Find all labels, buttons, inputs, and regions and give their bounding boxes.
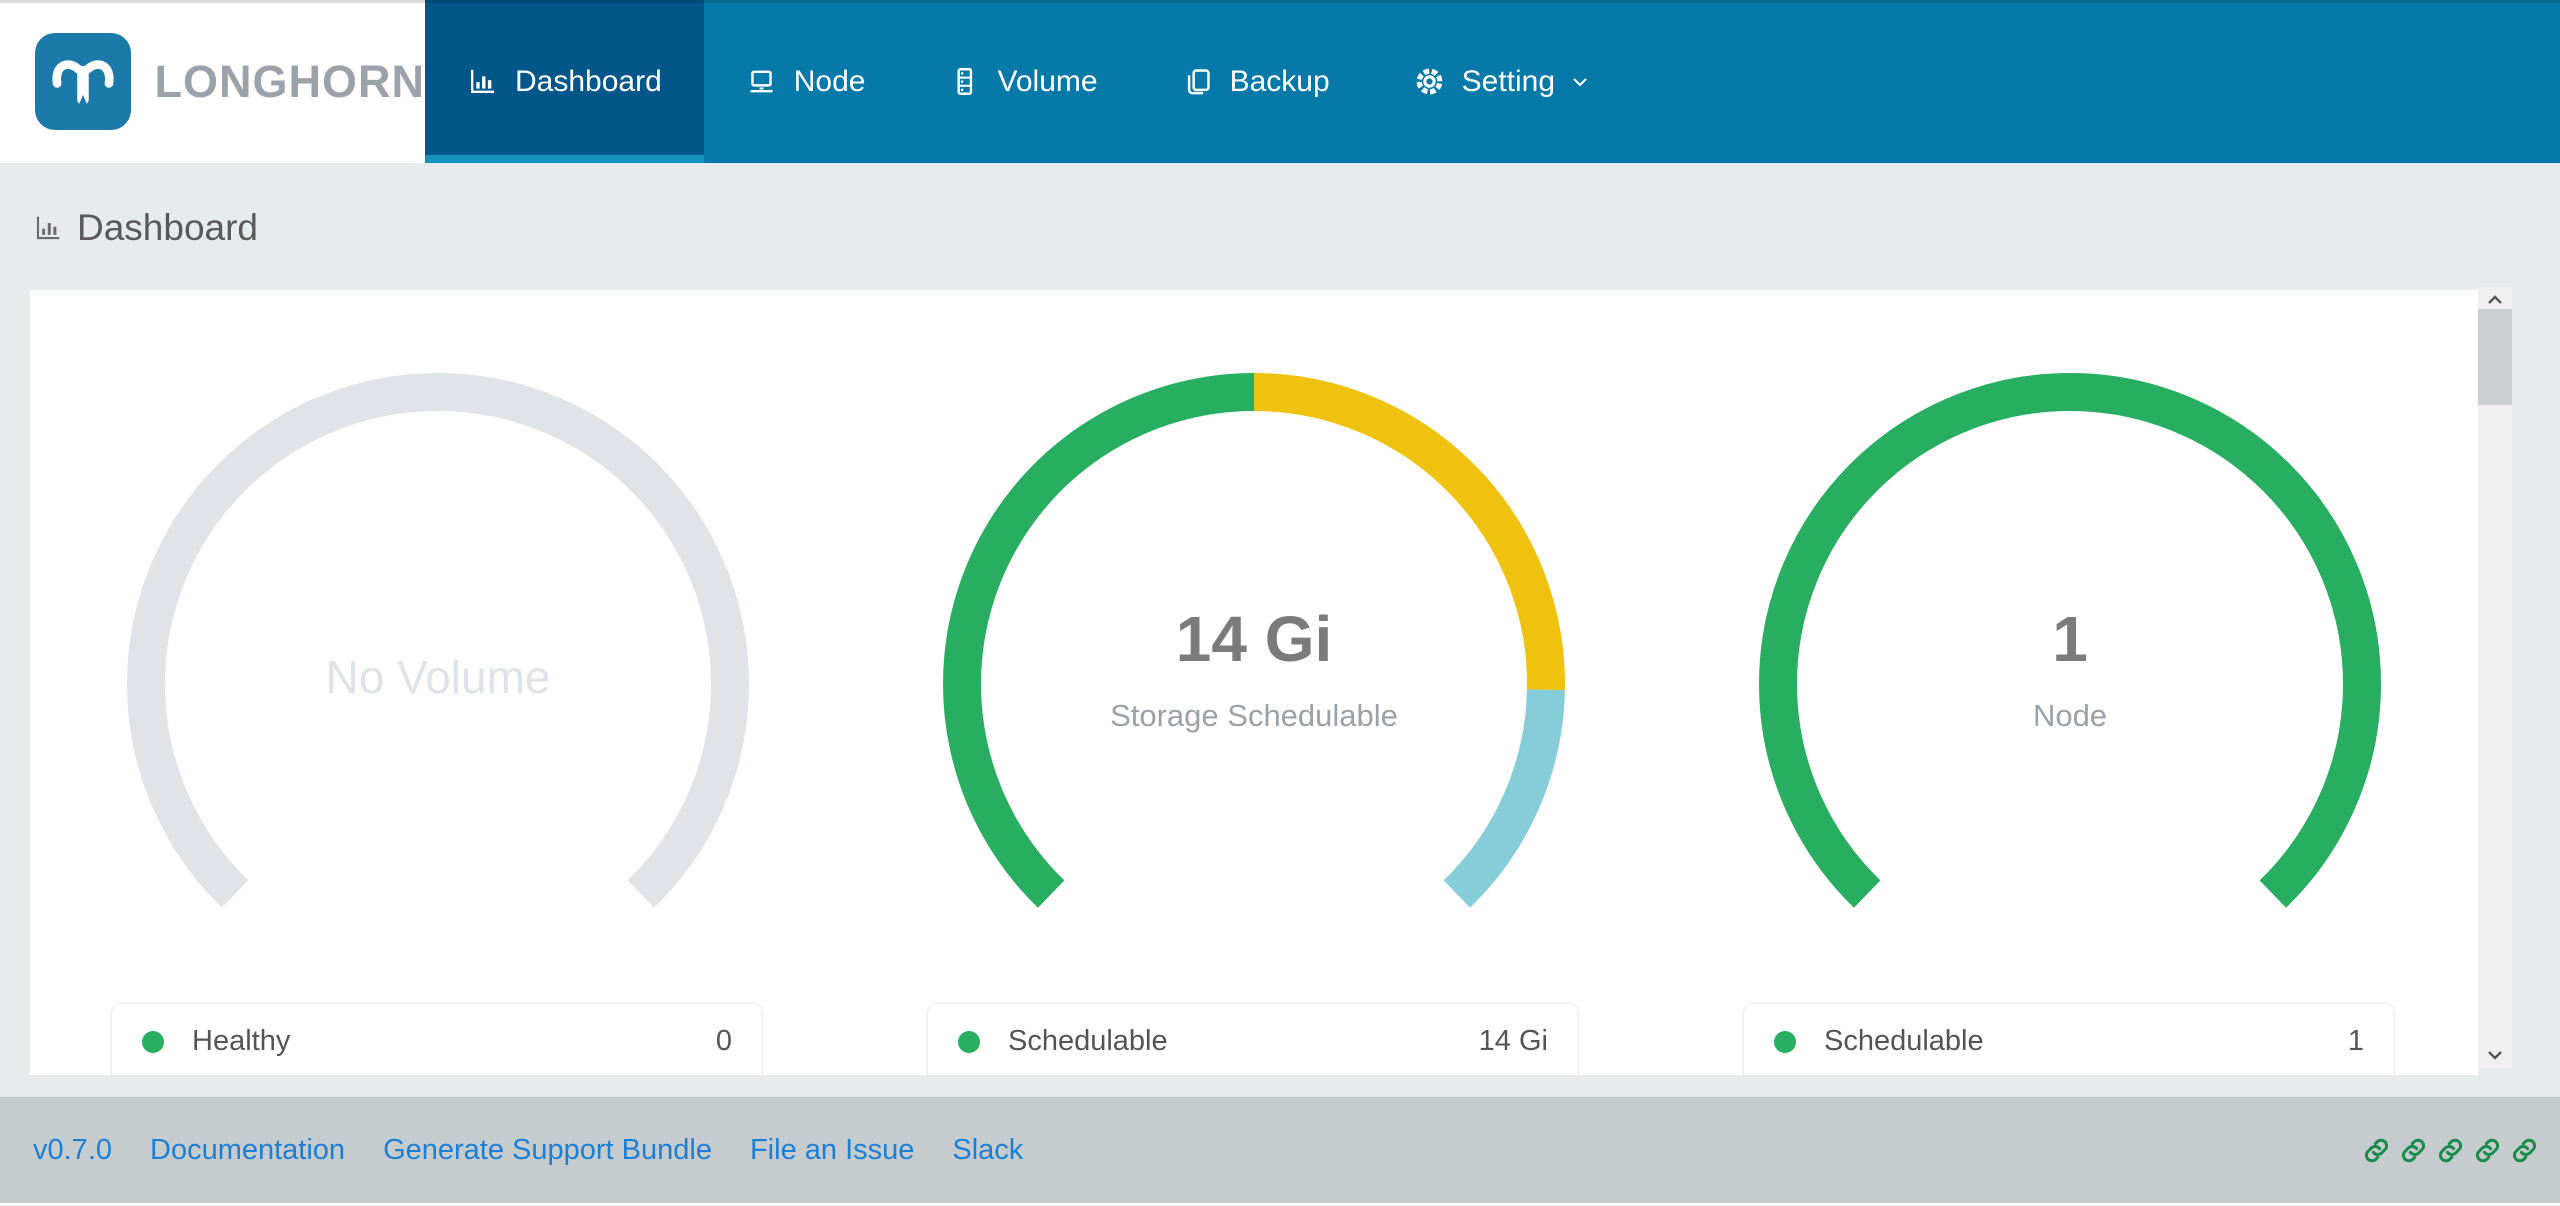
legend-label: Schedulable <box>1008 1025 1168 1058</box>
node-gauge-chart <box>1740 354 2400 1014</box>
engine-link-icon[interactable] <box>2509 1135 2540 1166</box>
storage-gauge-value: 14 Gi <box>846 602 1662 676</box>
nav-label-setting: Backup <box>1230 65 1330 99</box>
scrollbar-thumb[interactable] <box>2478 309 2512 405</box>
footer-link-version[interactable]: v0.7.0 <box>33 1134 112 1167</box>
page-title: Dashboard <box>33 207 258 249</box>
healthy-status-dot <box>142 1031 164 1053</box>
bull-head-icon <box>46 46 120 118</box>
footer-link-support-bundle[interactable]: Generate Support Bundle <box>383 1134 712 1167</box>
legend-row-healthy[interactable]: Healthy 0 <box>112 1004 762 1058</box>
volume-legend-card: Healthy 0 <box>111 1003 763 1075</box>
schedulable-status-dot <box>958 1031 980 1053</box>
top-navigation-bar: LONGHORN Dashboard Node <box>0 0 2560 163</box>
dashboard-panel: No Volume Healthy 0 14 Gi Storage Schedu… <box>30 290 2478 1075</box>
legend-value: 1 <box>2348 1025 2364 1058</box>
legend-label: Schedulable <box>1824 1025 1984 1058</box>
bar-chart-icon <box>467 66 498 97</box>
nav-item-volume[interactable]: Volume <box>907 0 1139 163</box>
scroll-up-button[interactable] <box>2478 289 2512 311</box>
main-nav: Dashboard Node Volume <box>425 0 2560 163</box>
footer-links: v0.7.0 Documentation Generate Support Bu… <box>0 1134 1023 1167</box>
backup-copy-icon <box>1182 66 1213 97</box>
legend-value: 14 Gi <box>1479 1025 1548 1058</box>
nav-label-node: Node <box>794 65 866 99</box>
nav-label-volume: Volume <box>997 65 1097 99</box>
chevron-down-icon <box>2485 1048 2505 1062</box>
schedulable-status-dot <box>1774 1031 1796 1053</box>
brand-area: LONGHORN <box>0 0 425 163</box>
page-title-text: Dashboard <box>77 207 258 249</box>
chevron-up-icon <box>2485 293 2505 307</box>
footer-link-file-issue[interactable]: File an Issue <box>750 1134 914 1167</box>
volume-gauge-empty-label: No Volume <box>30 650 846 704</box>
server-stack-icon <box>949 66 980 97</box>
storage-gauge-label: Storage Schedulable <box>846 698 1662 734</box>
legend-row-schedulable-storage[interactable]: Schedulable 14 Gi <box>928 1004 1578 1058</box>
nav-item-node[interactable]: Node <box>704 0 908 163</box>
legend-value: 0 <box>716 1025 732 1058</box>
nav-label-dashboard: Dashboard <box>515 65 662 99</box>
storage-gauge-chart <box>924 354 1584 1014</box>
gear-icon <box>1414 66 1445 97</box>
longhorn-logo-icon <box>35 33 131 130</box>
volume-gauge-section: No Volume Healthy 0 <box>30 290 846 1075</box>
node-gauge-value: 1 <box>1662 602 2478 676</box>
footer-link-slack[interactable]: Slack <box>952 1134 1023 1167</box>
window-top-edge <box>0 0 2560 3</box>
legend-label: Healthy <box>192 1025 290 1058</box>
chevron-down-icon <box>1568 70 1592 94</box>
node-gauge-label: Node <box>1662 698 2478 734</box>
vertical-scrollbar[interactable] <box>2478 287 2512 1068</box>
storage-legend-card: Schedulable 14 Gi <box>927 1003 1579 1075</box>
nav-item-dashboard[interactable]: Dashboard <box>425 0 704 163</box>
scroll-down-button[interactable] <box>2478 1044 2512 1066</box>
nav-label-setting: Setting <box>1462 65 1555 99</box>
footer-bar: v0.7.0 Documentation Generate Support Bu… <box>0 1097 2560 1203</box>
legend-row-schedulable-node[interactable]: Schedulable 1 <box>1744 1004 2394 1058</box>
engine-link-icon[interactable] <box>2361 1135 2392 1166</box>
engine-link-icon[interactable] <box>2398 1135 2429 1166</box>
dashboard-title-icon <box>33 213 63 243</box>
engine-link-icon[interactable] <box>2472 1135 2503 1166</box>
nav-item-setting[interactable]: Setting <box>1372 0 1634 163</box>
node-gauge-section: 1 Node Schedulable 1 <box>1662 290 2478 1075</box>
engine-link-icon[interactable] <box>2435 1135 2466 1166</box>
node-legend-card: Schedulable 1 <box>1743 1003 2395 1075</box>
brand-wordmark: LONGHORN <box>155 56 426 108</box>
nav-item-backup[interactable]: Backup <box>1140 0 1372 163</box>
footer-link-documentation[interactable]: Documentation <box>150 1134 345 1167</box>
storage-gauge-section: 14 Gi Storage Schedulable Schedulable 14… <box>846 290 1662 1075</box>
laptop-icon <box>746 66 777 97</box>
engine-image-links <box>2361 1135 2560 1166</box>
